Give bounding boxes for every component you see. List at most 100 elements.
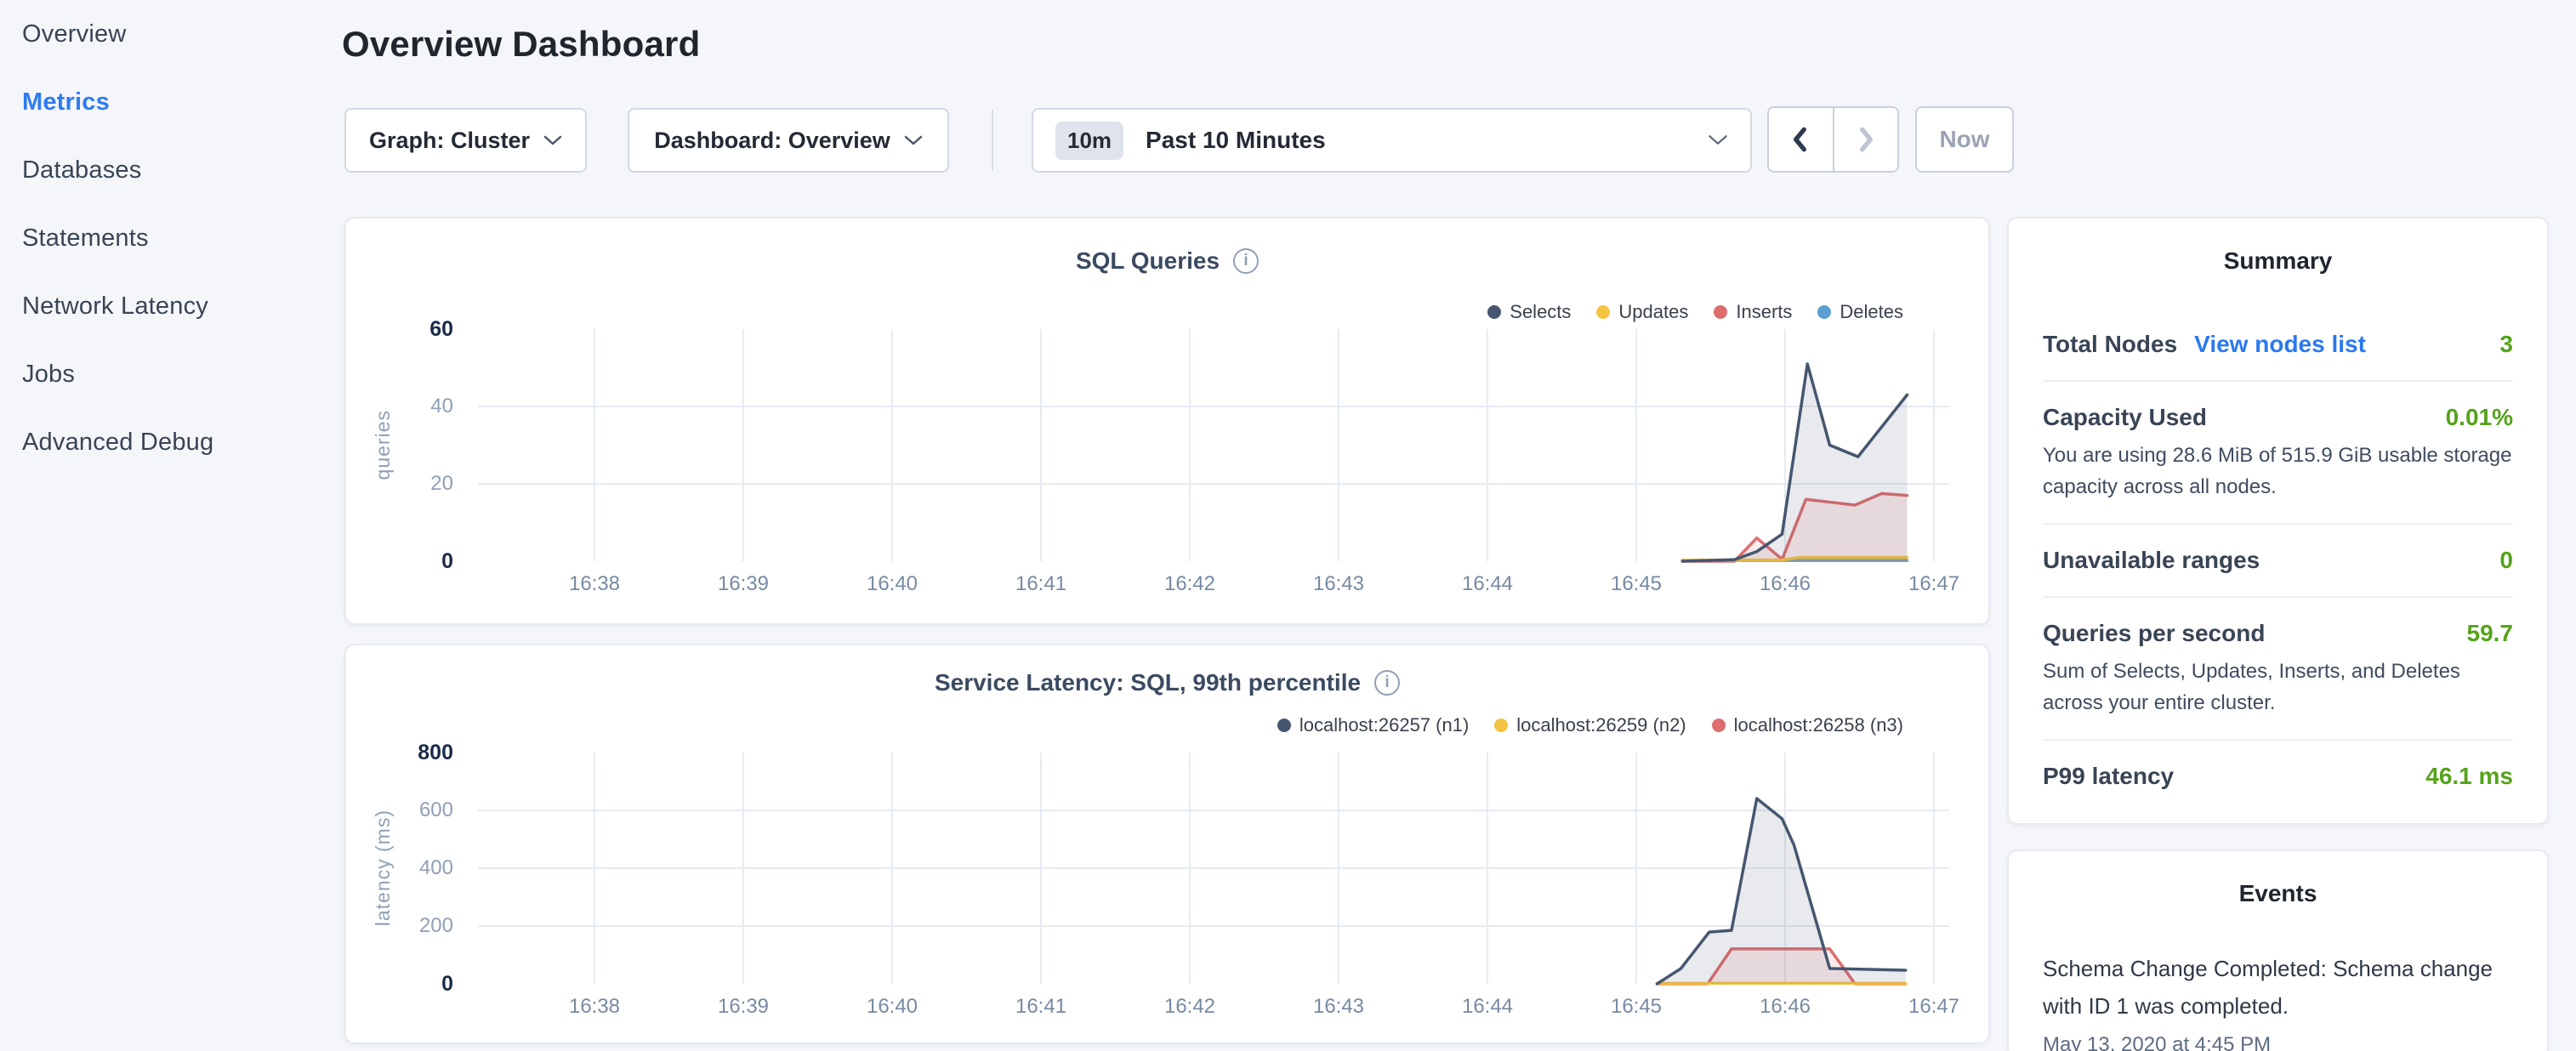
chart-plot-area[interactable] xyxy=(478,329,1949,561)
sidebar-item-metrics[interactable]: Metrics xyxy=(0,68,340,136)
y-axis-unit-label: queries xyxy=(368,329,397,561)
sidebar-nav: OverviewMetricsDatabasesStatementsNetwor… xyxy=(0,0,340,1051)
info-icon[interactable]: i xyxy=(1374,670,1400,696)
summary-row-label: Queries per second xyxy=(2043,618,2265,649)
x-tick-label: 16:39 xyxy=(705,571,782,597)
sidebar-item-advanced-debug[interactable]: Advanced Debug xyxy=(0,408,340,476)
summary-row-head: P99 latency 46.1 ms xyxy=(2043,761,2513,792)
legend-item-localhost-26257-n1: localhost:26257 (n1) xyxy=(1277,714,1469,736)
summary-row-description: You are using 28.6 MiB of 515.9 GiB usab… xyxy=(2043,440,2513,503)
legend-item-deletes: Deletes xyxy=(1817,301,1903,323)
service-latency-chart-card: Service Latency: SQL, 99th percentile i lo… xyxy=(344,644,1990,1044)
chart-title: Service Latency: SQL, 99th percentile xyxy=(935,669,1361,696)
summary-row-value: 59.7 xyxy=(2467,620,2514,647)
legend-label: localhost:26257 (n1) xyxy=(1299,714,1469,736)
y-tick-label: 60 xyxy=(389,316,453,342)
sidebar-item-jobs[interactable]: Jobs xyxy=(0,340,340,408)
graph-dropdown-label: Graph: Cluster xyxy=(369,128,530,154)
x-tick-label: 16:41 xyxy=(1003,571,1079,597)
summary-row-value: 3 xyxy=(2499,331,2513,358)
sidebar-item-statements[interactable]: Statements xyxy=(0,204,340,272)
chevron-left-icon xyxy=(1791,126,1810,153)
x-tick-label: 16:45 xyxy=(1598,994,1675,1020)
summary-row-queries-per-second: Queries per second59.7Sum of Selects, Up… xyxy=(2043,598,2513,741)
series-area-localhost-26257-n1 xyxy=(1658,798,1906,984)
summary-row-label: Unavailable ranges xyxy=(2043,545,2260,576)
chart-title: SQL Queries xyxy=(1076,247,1220,275)
legend-dot-icon xyxy=(1712,719,1726,732)
chart-plot-area[interactable] xyxy=(478,753,1949,984)
summary-row-label: P99 latency xyxy=(2043,761,2174,792)
x-tick-label: 16:40 xyxy=(854,571,930,597)
summary-row-value: 46.1 ms xyxy=(2425,763,2513,790)
sidebar-item-overview[interactable]: Overview xyxy=(0,0,340,68)
sidebar-item-network-latency[interactable]: Network Latency xyxy=(0,272,340,340)
events-panel: Events Schema Change Completed: Schema ch… xyxy=(2007,849,2549,1051)
y-tick-label: 800 xyxy=(389,740,453,765)
x-tick-label: 16:39 xyxy=(705,994,782,1020)
legend-label: Deletes xyxy=(1840,301,1903,323)
chevron-down-icon xyxy=(543,135,562,146)
legend-label: localhost:26259 (n2) xyxy=(1516,714,1686,736)
chevron-down-icon xyxy=(1708,134,1728,146)
x-tick-label: 16:44 xyxy=(1449,571,1526,597)
x-tick-label: 16:38 xyxy=(556,571,633,597)
x-tick-label: 16:38 xyxy=(556,994,633,1020)
chart-legend: localhost:26257 (n1) localhost:26259 (n2)… xyxy=(1277,714,1903,736)
legend-label: Selects xyxy=(1510,301,1571,323)
chart-legend: Selects Updates Inserts Deletes xyxy=(1487,301,1903,323)
time-range-selector[interactable]: 10m Past 10 Minutes xyxy=(1032,108,1752,173)
time-pager xyxy=(1767,106,1899,173)
summary-row-value: 0.01% xyxy=(2446,404,2513,431)
x-tick-label: 16:43 xyxy=(1300,571,1377,597)
time-back-button[interactable] xyxy=(1769,108,1833,171)
events-title: Events xyxy=(2043,880,2513,907)
x-tick-label: 16:45 xyxy=(1598,571,1675,597)
sql-queries-chart-card: SQL Queries i Selects Updates Inserts Deletes… xyxy=(344,217,1990,625)
x-tick-label: 16:42 xyxy=(1152,571,1228,597)
graph-dropdown[interactable]: Graph: Cluster xyxy=(344,108,587,173)
controls-divider xyxy=(992,110,993,171)
legend-dot-icon xyxy=(1487,305,1501,319)
sidebar-item-databases[interactable]: Databases xyxy=(0,136,340,204)
chart-title-row: Service Latency: SQL, 99th percentile i xyxy=(346,669,1988,696)
x-tick-label: 16:43 xyxy=(1300,994,1377,1020)
x-tick-label: 16:42 xyxy=(1152,994,1228,1020)
dashboard-dropdown-label: Dashboard: Overview xyxy=(654,128,890,154)
summary-title: Summary xyxy=(2043,247,2513,275)
page-title: Overview Dashboard xyxy=(342,24,700,65)
x-tick-label: 16:40 xyxy=(854,994,930,1020)
summary-row-head: Capacity Used0.01% xyxy=(2043,402,2513,433)
legend-dot-icon xyxy=(1817,305,1831,319)
summary-row-head: Queries per second 59.7 xyxy=(2043,618,2513,649)
view-nodes-list-link[interactable]: View nodes list xyxy=(2194,331,2366,358)
summary-row-head: Unavailable ranges 0 xyxy=(2043,545,2513,576)
y-tick-label: 400 xyxy=(389,855,453,881)
time-range-label: Past 10 Minutes xyxy=(1146,127,1708,154)
time-forward-button[interactable] xyxy=(1833,108,1898,171)
x-tick-label: 16:41 xyxy=(1003,994,1079,1020)
legend-dot-icon xyxy=(1714,305,1727,319)
event-list-item[interactable]: Schema Change Completed: Schema change w… xyxy=(2043,950,2513,1051)
y-axis-unit-text: queries xyxy=(372,410,395,480)
legend-item-updates: Updates xyxy=(1596,301,1688,323)
chart-title-row: SQL Queries i xyxy=(346,247,1988,275)
now-button[interactable]: Now xyxy=(1915,106,2014,173)
x-tick-label: 16:46 xyxy=(1747,571,1823,597)
y-tick-label: 20 xyxy=(389,471,453,497)
summary-row-capacity-used: Capacity Used0.01% You are using 28.6 MiB… xyxy=(2043,382,2513,525)
x-tick-label: 16:47 xyxy=(1896,994,1972,1020)
summary-row-label: Total Nodes xyxy=(2043,329,2177,360)
chevron-right-icon xyxy=(1857,126,1875,153)
summary-row-value: 0 xyxy=(2499,547,2513,574)
summary-panel: Summary Total Nodes View nodes list 3 Capaci… xyxy=(2007,217,2549,825)
info-icon[interactable]: i xyxy=(1233,248,1259,274)
x-tick-label: 16:46 xyxy=(1747,994,1823,1020)
series-area-selects xyxy=(1682,364,1907,561)
event-timestamp: May 13, 2020 at 4:45 PM xyxy=(2043,1033,2513,1051)
legend-item-localhost-26259-n2: localhost:26259 (n2) xyxy=(1494,714,1686,736)
legend-item-localhost-26258-n3: localhost:26258 (n3) xyxy=(1712,714,1903,736)
legend-label: Inserts xyxy=(1736,301,1792,323)
dashboard-dropdown[interactable]: Dashboard: Overview xyxy=(628,108,949,173)
summary-row-unavailable-ranges: Unavailable ranges 0 xyxy=(2043,525,2513,598)
